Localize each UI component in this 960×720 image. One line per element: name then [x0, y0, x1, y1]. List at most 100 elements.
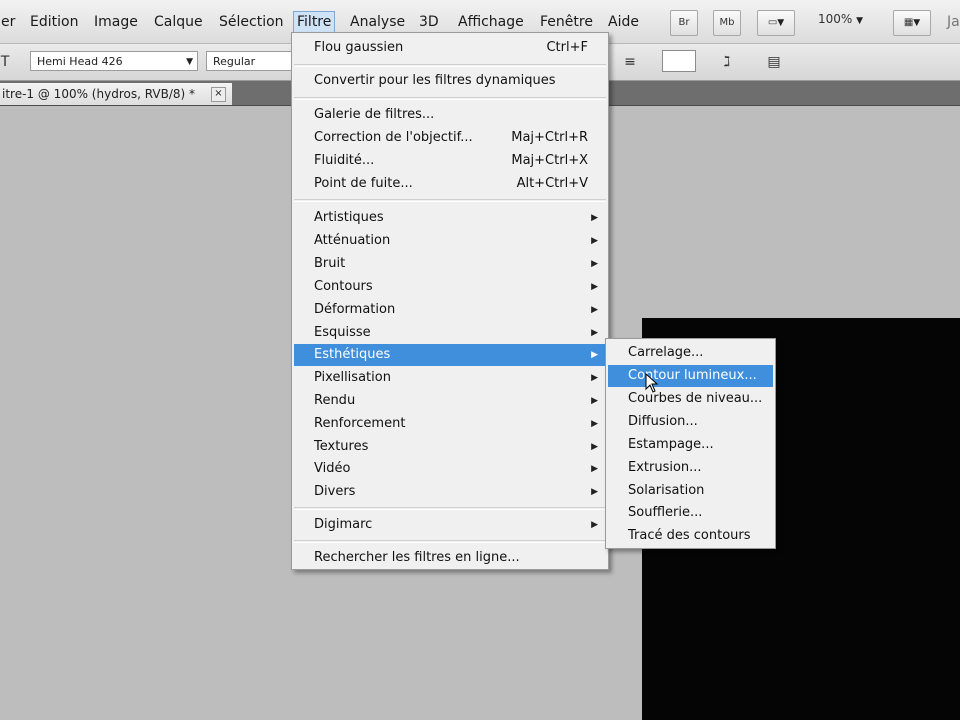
menu-item-artistiques[interactable]: Artistiques ▶ — [294, 207, 606, 229]
warp-text-icon[interactable]: ℷ — [718, 53, 736, 71]
submenu-item-soufflerie[interactable]: Soufflerie... — [608, 502, 773, 524]
menu-item-rendu[interactable]: Rendu ▶ — [294, 390, 606, 412]
submenu-item-trace-des-contours[interactable]: Tracé des contours — [608, 525, 773, 547]
font-family-value: Hemi Head 426 — [37, 55, 123, 68]
menu-separator — [294, 199, 606, 202]
filter-menu: Flou gaussien Ctrl+F Convertir pour les … — [291, 32, 609, 570]
menu-image[interactable]: Image — [91, 12, 141, 32]
justify-icon[interactable]: ≡ — [621, 53, 639, 71]
arrange-icon: ▦ — [903, 17, 914, 28]
arrange-documents-button[interactable]: ▦▼ — [893, 10, 931, 36]
menu-item-pixellisation[interactable]: Pixellisation ▶ — [294, 367, 606, 389]
menu-item-esthetiques[interactable]: Esthétiques ▶ — [294, 344, 606, 366]
submenu-arrow-icon: ▶ — [591, 396, 598, 406]
submenu-item-label: Diffusion... — [628, 414, 698, 429]
menu-item-label: Bruit — [314, 256, 346, 271]
menu-edition[interactable]: Edition — [27, 12, 81, 32]
menu-item-galerie-filtres[interactable]: Galerie de filtres... — [294, 104, 606, 126]
text-color-swatch[interactable] — [662, 50, 696, 72]
submenu-item-extrusion[interactable]: Extrusion... — [608, 457, 773, 479]
workspace-switcher-partial[interactable]: Ja — [944, 12, 960, 32]
mini-bridge-button[interactable]: Mb — [713, 10, 741, 36]
menu-filtre[interactable]: Filtre — [293, 11, 336, 33]
menu-item-video[interactable]: Vidéo ▶ — [294, 458, 606, 480]
menu-item-point-de-fuite[interactable]: Point de fuite... Alt+Ctrl+V — [294, 173, 606, 195]
submenu-arrow-icon: ▶ — [591, 350, 598, 360]
menu-item-attenuation[interactable]: Atténuation ▶ — [294, 230, 606, 252]
submenu-item-estampage[interactable]: Estampage... — [608, 434, 773, 456]
menu-item-label: Divers — [314, 484, 356, 499]
menu-separator — [294, 64, 606, 67]
menu-separator — [294, 507, 606, 510]
submenu-arrow-icon: ▶ — [591, 464, 598, 474]
menu-item-digimarc[interactable]: Digimarc ▶ — [294, 514, 606, 536]
menu-item-shortcut: Maj+Ctrl+X — [511, 153, 588, 168]
submenu-arrow-icon: ▶ — [591, 213, 598, 223]
menu-item-correction-objectif[interactable]: Correction de l'objectif... Maj+Ctrl+R — [294, 127, 606, 149]
menu-item-shortcut: Alt+Ctrl+V — [516, 176, 588, 191]
submenu-item-courbes-de-niveau[interactable]: Courbes de niveau... — [608, 388, 773, 410]
menu-affichage[interactable]: Affichage — [455, 12, 527, 32]
zoom-value: 100% — [818, 12, 853, 26]
submenu-item-carrelage[interactable]: Carrelage... — [608, 342, 773, 364]
menu-item-fluidite[interactable]: Fluidité... Maj+Ctrl+X — [294, 150, 606, 172]
menu-item-contours[interactable]: Contours ▶ — [294, 276, 606, 298]
chevron-down-icon: ▼ — [913, 18, 921, 28]
menu-item-convertir-filtres-dynamiques[interactable]: Convertir pour les filtres dynamiques — [294, 70, 606, 92]
view-extras-button[interactable]: ▭▼ — [757, 10, 795, 36]
menu-item-label: Esthétiques — [314, 347, 391, 362]
menu-calque[interactable]: Calque — [151, 12, 206, 32]
font-style-value: Regular — [213, 55, 256, 68]
submenu-item-diffusion[interactable]: Diffusion... — [608, 411, 773, 433]
menu-item-textures[interactable]: Textures ▶ — [294, 436, 606, 458]
submenu-item-label: Carrelage... — [628, 345, 704, 360]
character-panel-icon[interactable]: ▤ — [765, 53, 783, 71]
menu-item-flou-gaussien[interactable]: Flou gaussien Ctrl+F — [294, 37, 606, 59]
bridge-button[interactable]: Br — [670, 10, 698, 36]
menu-selection[interactable]: Sélection — [216, 12, 287, 32]
submenu-arrow-icon: ▶ — [591, 520, 598, 530]
chevron-down-icon: ▼ — [186, 57, 193, 67]
submenu-item-contour-lumineux[interactable]: Contour lumineux... — [608, 365, 773, 387]
menu-item-label: Contours — [314, 279, 373, 294]
menu-3d[interactable]: 3D — [416, 12, 442, 32]
document-tab[interactable]: itre-1 @ 100% (hydros, RVB/8) * × — [0, 83, 232, 105]
menu-item-label: Déformation — [314, 302, 396, 317]
menu-item-divers[interactable]: Divers ▶ — [294, 481, 606, 503]
menu-fenetre[interactable]: Fenêtre — [537, 12, 596, 32]
menu-item-label: Convertir pour les filtres dynamiques — [314, 73, 556, 88]
submenu-arrow-icon: ▶ — [591, 282, 598, 292]
submenu-item-solarisation[interactable]: Solarisation — [608, 480, 773, 502]
menu-separator — [294, 540, 606, 543]
menu-item-label: Rechercher les filtres en ligne... — [314, 550, 520, 565]
submenu-arrow-icon: ▶ — [591, 328, 598, 338]
submenu-item-label: Solarisation — [628, 483, 705, 498]
chevron-down-icon: ▼ — [856, 16, 864, 26]
menu-item-label: Textures — [314, 439, 369, 454]
menu-item-label: Artistiques — [314, 210, 384, 225]
submenu-item-label: Tracé des contours — [628, 528, 751, 543]
menu-analyse[interactable]: Analyse — [347, 12, 408, 32]
menu-item-label: Correction de l'objectif... — [314, 130, 473, 145]
menu-item-label: Vidéo — [314, 461, 351, 476]
menu-item-label: Galerie de filtres... — [314, 107, 435, 122]
text-orientation-icon[interactable]: T — [0, 53, 14, 71]
menu-item-label: Renforcement — [314, 416, 406, 431]
menu-aide[interactable]: Aide — [605, 12, 642, 32]
close-icon[interactable]: × — [211, 87, 226, 102]
menu-item-rechercher-filtres[interactable]: Rechercher les filtres en ligne... — [294, 547, 606, 569]
menu-layer-partial[interactable]: er — [0, 12, 18, 32]
menu-item-deformation[interactable]: Déformation ▶ — [294, 299, 606, 321]
menu-item-bruit[interactable]: Bruit ▶ — [294, 253, 606, 275]
submenu-item-label: Estampage... — [628, 437, 714, 452]
menu-item-renforcement[interactable]: Renforcement ▶ — [294, 413, 606, 435]
submenu-arrow-icon: ▶ — [591, 236, 598, 246]
menu-item-esquisse[interactable]: Esquisse ▶ — [294, 322, 606, 344]
font-family-select[interactable]: Hemi Head 426 ▼ — [30, 51, 198, 71]
zoom-level[interactable]: 100% ▼ — [818, 12, 863, 26]
font-style-select[interactable]: Regular — [206, 51, 296, 71]
esthetiques-submenu: Carrelage... Contour lumineux... Courbes… — [605, 338, 776, 549]
submenu-item-label: Extrusion... — [628, 460, 702, 475]
menu-item-shortcut: Ctrl+F — [546, 40, 588, 55]
submenu-arrow-icon: ▶ — [591, 419, 598, 429]
